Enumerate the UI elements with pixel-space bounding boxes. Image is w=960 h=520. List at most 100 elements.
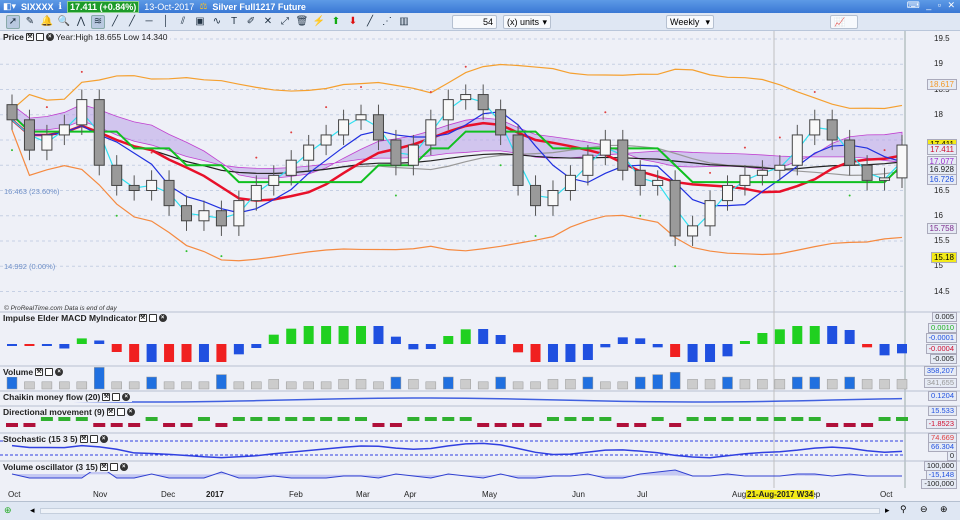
info-icon[interactable]: ℹ xyxy=(59,1,62,12)
candle[interactable] xyxy=(338,119,350,136)
wrench-icon[interactable]: ⚒ xyxy=(106,408,115,416)
candle[interactable] xyxy=(442,99,454,121)
candle[interactable] xyxy=(739,174,751,186)
candle[interactable] xyxy=(530,184,542,207)
alert-bell-icon[interactable]: 🔔 xyxy=(40,15,54,29)
trash-icon[interactable]: 🗑 xyxy=(295,15,309,29)
candle[interactable] xyxy=(617,139,629,171)
candle[interactable] xyxy=(198,210,210,222)
fan-icon[interactable]: ⚡ xyxy=(312,15,326,29)
symbol[interactable]: SIXXXX xyxy=(21,2,54,12)
bottom-scrollbar[interactable]: ⊕ ◂ ▸ ⚲ ⊖ ⊕ xyxy=(0,501,960,520)
zoom-fit-icon[interactable]: ⚲ xyxy=(900,504,907,515)
candle[interactable] xyxy=(826,119,838,141)
candle[interactable] xyxy=(477,94,489,111)
candle[interactable] xyxy=(652,179,664,186)
pointer-icon[interactable]: ➚ xyxy=(6,14,20,29)
regression-icon[interactable]: ▣ xyxy=(193,15,207,29)
candle[interactable] xyxy=(896,144,908,179)
window-icon[interactable] xyxy=(109,463,118,471)
candle[interactable] xyxy=(564,174,576,192)
candle[interactable] xyxy=(512,134,524,186)
up-arrow-icon[interactable]: ⬆ xyxy=(329,15,343,29)
add-indicator-icon[interactable]: ⊕ xyxy=(4,505,12,516)
scroll-right-icon[interactable]: ▸ xyxy=(885,505,890,516)
fibonacci-icon[interactable]: ⋀ xyxy=(74,15,88,29)
candle[interactable] xyxy=(634,169,646,186)
candle[interactable] xyxy=(861,164,873,181)
candle[interactable] xyxy=(844,139,856,166)
candle[interactable] xyxy=(233,200,245,227)
eraser-icon[interactable]: ✎ xyxy=(23,15,37,29)
candle[interactable] xyxy=(320,134,332,146)
candle[interactable] xyxy=(41,134,53,151)
wrench-icon[interactable]: ⚒ xyxy=(25,33,34,41)
candle[interactable] xyxy=(809,119,821,136)
window-icon[interactable] xyxy=(112,393,121,401)
candle[interactable] xyxy=(146,179,158,191)
close-icon[interactable]: × xyxy=(158,314,167,322)
candle[interactable] xyxy=(460,94,472,101)
candle[interactable] xyxy=(390,139,402,166)
close-icon[interactable]: × xyxy=(45,33,54,41)
candle[interactable] xyxy=(407,144,419,166)
parallel-lines-icon[interactable]: ⫽ xyxy=(176,15,190,29)
zoom-in-icon[interactable]: ⊕ xyxy=(940,504,948,515)
period-select[interactable]: Weekly ▾ xyxy=(666,15,714,29)
close-icon[interactable]: × xyxy=(122,393,131,401)
candle[interactable] xyxy=(879,177,891,181)
window-icon[interactable] xyxy=(45,368,54,376)
trend-line-icon[interactable]: ╱ xyxy=(125,15,139,29)
wave-icon[interactable]: ∿ xyxy=(210,15,224,29)
candle[interactable] xyxy=(181,205,193,222)
chart-canvas[interactable] xyxy=(0,31,960,501)
gann-fan-icon[interactable]: ⋰ xyxy=(380,15,394,29)
candle[interactable] xyxy=(355,114,367,121)
text-icon[interactable]: T xyxy=(227,15,241,29)
line-segment-icon[interactable]: ╱ xyxy=(108,15,122,29)
down-arrow-icon[interactable]: ⬇ xyxy=(346,15,360,29)
candle[interactable] xyxy=(58,124,70,136)
candle[interactable] xyxy=(687,225,699,237)
cross-line-icon[interactable]: ✕ xyxy=(261,15,275,29)
window-icon[interactable] xyxy=(89,435,98,443)
candle[interactable] xyxy=(215,210,227,227)
window-icon[interactable] xyxy=(35,33,44,41)
candle[interactable] xyxy=(163,179,175,207)
app-icon[interactable]: ◧▾ xyxy=(3,1,16,12)
candle[interactable] xyxy=(372,114,384,141)
candle[interactable] xyxy=(774,164,786,171)
scroll-left-icon[interactable]: ◂ xyxy=(30,505,35,516)
gann-line-icon[interactable]: ╱ xyxy=(363,15,377,29)
candle[interactable] xyxy=(599,139,611,156)
horizontal-line-icon[interactable]: ─ xyxy=(142,15,156,29)
arrow-line-icon[interactable]: ⤢ xyxy=(278,15,292,29)
wrench-icon[interactable]: ⚒ xyxy=(79,435,88,443)
candle[interactable] xyxy=(268,174,280,186)
candle[interactable] xyxy=(704,200,716,227)
close-icon[interactable]: × xyxy=(99,435,108,443)
candle[interactable] xyxy=(76,99,88,126)
candle[interactable] xyxy=(285,159,297,176)
gann-grid-icon[interactable]: ▥ xyxy=(397,15,411,29)
zoom-out-icon[interactable]: ⊖ xyxy=(920,504,928,515)
units-stepper[interactable]: 54 xyxy=(452,15,497,29)
pencil-icon[interactable]: ✐ xyxy=(244,15,258,29)
candle[interactable] xyxy=(582,154,594,176)
candle[interactable] xyxy=(93,99,105,166)
wrench-icon[interactable]: ⚒ xyxy=(102,393,111,401)
close-icon[interactable]: × xyxy=(55,368,64,376)
channel-icon[interactable]: ≋ xyxy=(91,14,105,29)
candle[interactable] xyxy=(111,164,123,186)
scroll-track[interactable] xyxy=(40,508,880,514)
candle[interactable] xyxy=(23,119,35,151)
window-controls[interactable]: ⌨ _ ▫ ✕ xyxy=(907,0,957,11)
wrench-icon[interactable]: ⚒ xyxy=(35,368,44,376)
candle[interactable] xyxy=(425,119,437,146)
candle[interactable] xyxy=(303,144,315,161)
candle[interactable] xyxy=(250,184,262,202)
candle[interactable] xyxy=(669,179,681,237)
close-icon[interactable]: × xyxy=(119,463,128,471)
candle[interactable] xyxy=(791,134,803,166)
magnifier-icon[interactable]: 🔍 xyxy=(57,15,71,29)
